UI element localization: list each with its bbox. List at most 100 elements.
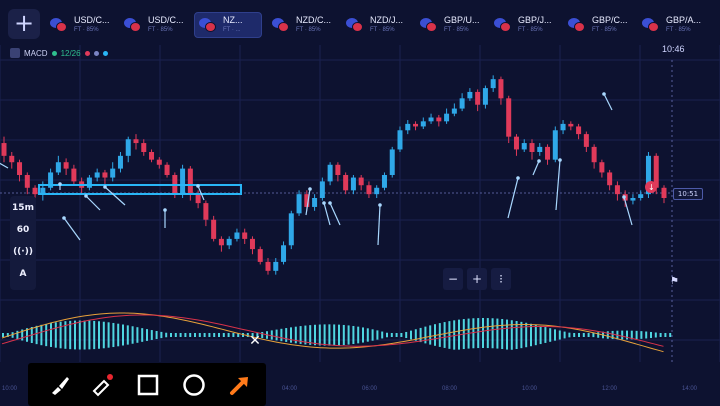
macd-histogram-bar bbox=[578, 333, 580, 337]
timeframe-button[interactable]: 15m bbox=[12, 200, 34, 216]
candle bbox=[249, 238, 255, 250]
macd-histogram-bar bbox=[530, 323, 532, 347]
macd-histogram-bar bbox=[338, 324, 340, 346]
clock-readout: 10:46 bbox=[662, 44, 685, 54]
brush-icon[interactable] bbox=[48, 373, 72, 397]
asset-payout: FT · 85% bbox=[148, 27, 173, 33]
candle bbox=[537, 146, 543, 152]
zoom-in-button[interactable]: + bbox=[467, 268, 487, 290]
asset-name: USD/C... bbox=[74, 15, 110, 25]
time-axis-label: 04:00 bbox=[282, 386, 298, 392]
chart-type-button[interactable]: 60 bbox=[17, 222, 30, 238]
macd-histogram-bar bbox=[390, 333, 393, 337]
candle bbox=[94, 172, 100, 178]
asset-tabs-bar: + USD/C... FT · 85% USD/C... FT · 85% NZ... F… bbox=[0, 8, 720, 42]
circle-tool-icon[interactable] bbox=[182, 373, 206, 397]
macd-histogram-bar bbox=[74, 320, 76, 350]
candle bbox=[436, 117, 442, 122]
macd-histogram-bar bbox=[323, 324, 326, 346]
finish-flag-icon[interactable]: ⚑ bbox=[670, 276, 679, 287]
macd-histogram-bar bbox=[395, 333, 398, 337]
asset-tab[interactable]: GBP/U... FT · 85% bbox=[416, 12, 484, 38]
candle bbox=[350, 177, 356, 191]
annotation-arrow-head bbox=[103, 185, 107, 189]
candle bbox=[141, 143, 147, 152]
annotation-arrow-head bbox=[322, 201, 326, 205]
macd-histogram-bar bbox=[587, 333, 590, 337]
candle bbox=[607, 172, 613, 186]
rectangle-tool-icon[interactable] bbox=[136, 373, 160, 397]
settings-dot-icon[interactable] bbox=[102, 50, 108, 56]
layers-icon bbox=[10, 48, 20, 58]
chart-canvas[interactable]: ↓ bbox=[0, 0, 720, 406]
eraser-icon[interactable] bbox=[90, 373, 114, 397]
close-annotation-button[interactable]: ✕ bbox=[247, 333, 263, 349]
candle bbox=[273, 261, 279, 271]
macd-histogram-bar bbox=[227, 333, 230, 337]
macd-histogram-bar bbox=[126, 325, 129, 345]
asset-name: USD/C... bbox=[148, 15, 184, 25]
macd-histogram-bar bbox=[93, 320, 96, 350]
annotation-arrow-head bbox=[378, 203, 382, 207]
macd-histogram-bar bbox=[515, 320, 518, 350]
annotation-arrow bbox=[63, 217, 81, 241]
macd-histogram-bar bbox=[405, 331, 408, 339]
add-asset-button[interactable]: + bbox=[8, 9, 40, 39]
asset-tab[interactable]: GBP/J... FT · 85% bbox=[490, 12, 558, 38]
time-axis-label: 14:00 bbox=[682, 386, 698, 392]
macd-histogram-bar bbox=[626, 330, 628, 340]
macd-histogram-bar bbox=[482, 317, 484, 348]
time-axis-label: 08:00 bbox=[442, 386, 458, 392]
macd-histogram-bar bbox=[554, 329, 556, 341]
asset-tab[interactable]: NZD/C... FT · 85% bbox=[268, 12, 336, 38]
macd-histogram-bar bbox=[40, 324, 43, 346]
macd-histogram-bar bbox=[83, 320, 86, 350]
signal-icon[interactable]: ((·)) bbox=[13, 244, 33, 260]
asset-tab[interactable]: NZD/J... FT · 85% bbox=[342, 12, 410, 38]
indicator-name: MACD bbox=[24, 48, 48, 58]
macd-histogram-bar bbox=[606, 331, 609, 339]
candle bbox=[467, 91, 473, 99]
candle bbox=[319, 181, 325, 198]
macd-histogram-bar bbox=[563, 331, 566, 339]
asset-tab[interactable]: GBP/A... FT · 85% bbox=[638, 12, 706, 38]
arrow-tool-icon[interactable] bbox=[228, 373, 252, 397]
currency-flag-icon bbox=[272, 18, 290, 32]
annotation-arrow-head bbox=[163, 208, 167, 212]
asset-tab[interactable]: GBP/C... FT · 85% bbox=[564, 12, 632, 38]
candle bbox=[187, 168, 193, 195]
candle bbox=[55, 162, 61, 173]
candle bbox=[156, 159, 162, 165]
asset-tab[interactable]: NZ... FT · ... bbox=[194, 12, 262, 38]
currency-flag-icon bbox=[50, 18, 68, 32]
asset-payout: FT · 85% bbox=[666, 27, 691, 33]
macd-histogram-bar bbox=[669, 333, 672, 337]
currency-flag-icon bbox=[124, 18, 142, 32]
indicator-label[interactable]: MACD 12/26 bbox=[10, 46, 108, 60]
macd-histogram-bar bbox=[410, 330, 412, 340]
candle bbox=[444, 113, 450, 122]
annotation-toolbar bbox=[28, 363, 266, 406]
candle bbox=[102, 172, 108, 178]
drawing-tools-icon[interactable]: A bbox=[20, 266, 27, 282]
macd-histogram-bar bbox=[146, 329, 148, 341]
candle bbox=[133, 139, 139, 144]
macd-histogram-bar bbox=[443, 322, 446, 348]
asset-payout: FT · 85% bbox=[518, 27, 543, 33]
asset-tab[interactable]: USD/C... FT · 85% bbox=[46, 12, 114, 38]
candle bbox=[630, 198, 636, 201]
asset-tab[interactable]: USD/C... FT · 85% bbox=[120, 12, 188, 38]
macd-histogram-bar bbox=[501, 319, 504, 350]
candle bbox=[32, 187, 38, 195]
macd-histogram-bar bbox=[150, 330, 153, 340]
more-options-button[interactable]: ⁝ bbox=[491, 268, 511, 290]
annotation-arrow-head bbox=[602, 92, 606, 96]
annotation-arrow-head bbox=[328, 201, 332, 205]
candle bbox=[195, 194, 201, 204]
macd-histogram-bar bbox=[342, 324, 345, 346]
macd-histogram-bar bbox=[222, 333, 225, 337]
macd-histogram-bar bbox=[592, 332, 595, 338]
time-axis-label: 06:00 bbox=[362, 386, 378, 392]
candle bbox=[420, 121, 426, 127]
zoom-out-button[interactable]: − bbox=[443, 268, 463, 290]
